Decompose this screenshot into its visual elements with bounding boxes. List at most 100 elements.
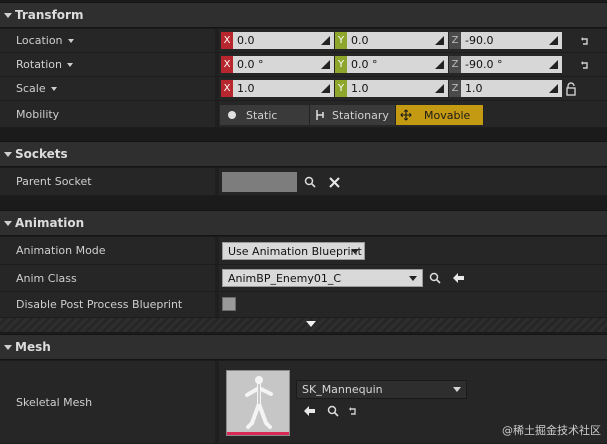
section-header-animation[interactable]: Animation xyxy=(0,210,607,236)
drag-grip-icon[interactable] xyxy=(549,60,558,69)
collapse-arrow-icon[interactable] xyxy=(4,220,12,226)
mobility-label: Mobility xyxy=(16,107,60,121)
drag-grip-icon[interactable] xyxy=(321,84,330,93)
drag-grip-icon[interactable] xyxy=(435,60,444,69)
scale-y-field[interactable]: Y 1.0 xyxy=(335,80,448,97)
section-title: Sockets xyxy=(15,147,68,161)
animation-mode-label: Animation Mode xyxy=(16,244,106,257)
location-label[interactable]: Location xyxy=(16,29,74,52)
drag-grip-icon[interactable] xyxy=(435,36,444,45)
rotation-label[interactable]: Rotation xyxy=(16,53,74,76)
rotation-z-field[interactable]: Z -90.0 ° xyxy=(449,56,562,73)
use-selected-arrow-icon[interactable] xyxy=(451,271,465,285)
z-axis-badge: Z xyxy=(449,56,461,73)
dropdown-arrow-icon xyxy=(67,38,74,43)
rotation-row: Rotation X 0.0 ° Y 0.0 ° Z -90.0 ° xyxy=(0,53,607,77)
column-splitter[interactable] xyxy=(215,237,219,264)
rotation-y-field[interactable]: Y 0.0 ° xyxy=(335,56,448,73)
animation-mode-dropdown[interactable]: Use Animation Blueprint xyxy=(222,242,365,260)
mobility-stationary-button[interactable]: Stationary xyxy=(310,105,396,125)
mobility-movable-button[interactable]: Movable xyxy=(396,105,484,125)
column-splitter[interactable] xyxy=(215,29,219,52)
column-splitter[interactable] xyxy=(215,361,219,443)
anim-class-row: Anim Class AnimBP_Enemy01_C xyxy=(0,265,607,292)
rotation-y-input[interactable]: 0.0 ° xyxy=(347,56,448,73)
scale-row: Scale X 1.0 Y 1.0 Z 1.0 xyxy=(0,77,607,101)
mobility-segmented-control: Static Stationary Movable xyxy=(220,105,484,125)
static-icon xyxy=(226,109,238,121)
drag-grip-icon[interactable] xyxy=(321,36,330,45)
drag-grip-icon[interactable] xyxy=(549,36,558,45)
mannequin-icon xyxy=(227,371,289,434)
column-splitter[interactable] xyxy=(215,168,219,195)
disable-pp-label: Disable Post Process Blueprint xyxy=(16,298,183,311)
drag-grip-icon[interactable] xyxy=(321,60,330,69)
parent-socket-label: Parent Socket xyxy=(16,175,92,188)
section-header-mesh[interactable]: Mesh xyxy=(0,334,607,360)
movable-icon xyxy=(400,109,412,121)
chevron-down-icon xyxy=(453,387,461,392)
collapse-arrow-icon[interactable] xyxy=(4,12,12,18)
section-header-sockets[interactable]: Sockets xyxy=(0,141,607,167)
section-title: Animation xyxy=(15,216,85,230)
reset-to-default-icon[interactable] xyxy=(348,406,358,416)
scale-y-input[interactable]: 1.0 xyxy=(347,80,448,97)
parent-socket-row: Parent Socket xyxy=(0,168,607,196)
reset-to-default-icon[interactable] xyxy=(580,60,590,70)
scale-z-field[interactable]: Z 1.0 xyxy=(449,80,562,97)
parent-socket-field[interactable] xyxy=(222,172,297,192)
rotation-x-input[interactable]: 0.0 ° xyxy=(233,56,334,73)
dropdown-arrow-icon xyxy=(67,62,74,67)
lock-icon[interactable] xyxy=(565,82,577,96)
column-splitter[interactable] xyxy=(215,53,219,76)
x-axis-badge: X xyxy=(221,56,233,73)
search-icon[interactable] xyxy=(303,175,317,189)
stationary-icon xyxy=(314,109,326,121)
disable-pp-row: Disable Post Process Blueprint xyxy=(0,292,607,318)
location-x-input[interactable]: 0.0 xyxy=(233,32,334,49)
collapse-arrow-icon[interactable] xyxy=(4,344,12,350)
use-selected-arrow-icon[interactable] xyxy=(302,404,316,418)
chevron-down-icon xyxy=(351,249,359,254)
expand-down-icon[interactable] xyxy=(306,321,316,327)
rotation-z-input[interactable]: -90.0 ° xyxy=(461,56,562,73)
y-axis-badge: Y xyxy=(335,32,347,49)
location-row: Location X 0.0 Y 0.0 Z -90.0 xyxy=(0,29,607,53)
drag-grip-icon[interactable] xyxy=(549,84,558,93)
anim-class-label: Anim Class xyxy=(16,271,77,285)
scale-x-field[interactable]: X 1.0 xyxy=(221,80,334,97)
clear-x-icon[interactable] xyxy=(327,175,341,189)
drag-grip-icon[interactable] xyxy=(435,84,444,93)
disable-pp-checkbox[interactable] xyxy=(222,297,236,311)
scale-label[interactable]: Scale xyxy=(16,77,57,100)
x-axis-badge: X xyxy=(221,32,233,49)
chevron-down-icon xyxy=(409,276,417,281)
advanced-expander[interactable] xyxy=(0,318,607,332)
rotation-x-field[interactable]: X 0.0 ° xyxy=(221,56,334,73)
asset-type-color-bar xyxy=(227,432,289,435)
mobility-static-button[interactable]: Static xyxy=(220,105,310,125)
location-x-field[interactable]: X 0.0 xyxy=(221,32,334,49)
location-z-field[interactable]: Z -90.0 xyxy=(449,32,562,49)
column-splitter[interactable] xyxy=(215,265,219,291)
search-icon[interactable] xyxy=(428,271,442,285)
watermark-text: @稀土掘金技术社区 xyxy=(502,424,601,437)
anim-class-dropdown[interactable]: AnimBP_Enemy01_C xyxy=(222,269,423,287)
section-header-transform[interactable]: Transform xyxy=(0,2,607,28)
search-icon[interactable] xyxy=(326,404,340,418)
mesh-thumbnail[interactable] xyxy=(226,370,290,436)
skeletal-mesh-label: Skeletal Mesh xyxy=(16,395,93,409)
column-splitter[interactable] xyxy=(215,77,219,100)
skeletal-mesh-dropdown[interactable]: SK_Mannequin xyxy=(296,380,467,399)
collapse-arrow-icon[interactable] xyxy=(4,151,12,157)
x-axis-badge: X xyxy=(221,80,233,97)
animation-mode-row: Animation Mode Use Animation Blueprint xyxy=(0,237,607,265)
location-z-input[interactable]: -90.0 xyxy=(461,32,562,49)
location-y-field[interactable]: Y 0.0 xyxy=(335,32,448,49)
column-splitter[interactable] xyxy=(215,292,219,317)
scale-z-input[interactable]: 1.0 xyxy=(461,80,562,97)
location-y-input[interactable]: 0.0 xyxy=(347,32,448,49)
scale-x-input[interactable]: 1.0 xyxy=(233,80,334,97)
reset-to-default-icon[interactable] xyxy=(580,36,590,46)
column-splitter[interactable] xyxy=(215,101,219,127)
